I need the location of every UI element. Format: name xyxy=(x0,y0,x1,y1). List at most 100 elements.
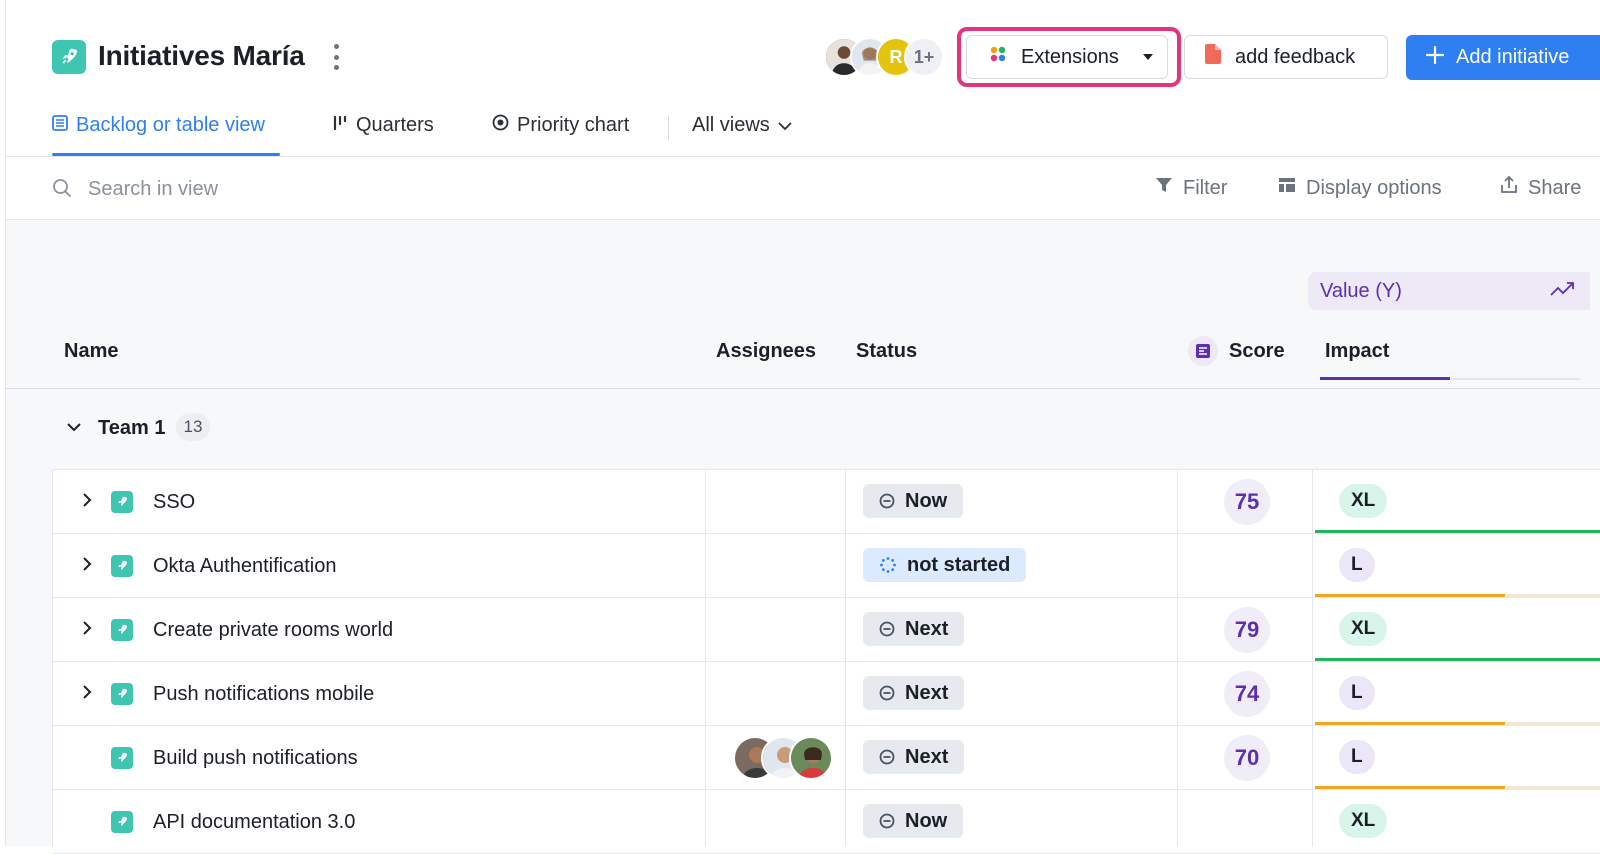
tab-priority-chart[interactable]: Priority chart xyxy=(492,114,629,137)
column-divider xyxy=(1177,469,1178,846)
column-divider xyxy=(845,469,846,846)
table-row[interactable]: SSO Now 75 XL xyxy=(53,470,1600,534)
score-formula-icon[interactable] xyxy=(1188,336,1218,366)
collaborator-avatars[interactable]: R 1+ xyxy=(824,37,944,79)
table-icon xyxy=(52,114,68,137)
score-badge: 74 xyxy=(1224,671,1270,717)
initiative-name[interactable]: Create private rooms world xyxy=(153,619,393,642)
extensions-icon xyxy=(989,45,1007,69)
status-next-icon xyxy=(879,621,895,637)
more-collaborators-badge[interactable]: 1+ xyxy=(904,37,944,77)
status-next-icon xyxy=(879,685,895,701)
column-divider xyxy=(705,469,706,846)
column-header-status[interactable]: Status xyxy=(856,340,917,363)
tab-label: Backlog or table view xyxy=(76,114,265,136)
tab-label: Quarters xyxy=(356,114,434,136)
value-axis-chip[interactable]: Value (Y) xyxy=(1308,272,1590,310)
target-icon xyxy=(492,114,509,137)
table-row[interactable]: Create private rooms world Next 79 XL xyxy=(53,598,1600,662)
status-label: Next xyxy=(905,745,949,768)
impact-badge[interactable]: XL xyxy=(1339,612,1388,646)
column-header-assignees[interactable]: Assignees xyxy=(716,340,816,363)
plus-icon xyxy=(1425,45,1445,70)
value-axis-label: Value (Y) xyxy=(1320,279,1402,302)
table-row[interactable]: Push notifications mobile Next 74 L xyxy=(53,662,1600,726)
group-label[interactable]: Team 1 xyxy=(98,417,165,440)
tab-backlog[interactable]: Backlog or table view xyxy=(52,114,265,137)
impact-badge[interactable]: L xyxy=(1339,740,1375,774)
rocket-icon xyxy=(111,747,133,769)
rocket-icon xyxy=(111,491,133,513)
extensions-button[interactable]: Extensions xyxy=(966,35,1168,79)
layout-icon xyxy=(1278,176,1296,200)
status-label: not started xyxy=(907,553,1011,576)
page-title: Initiatives María xyxy=(98,40,305,71)
impact-badge[interactable]: XL xyxy=(1339,804,1388,838)
impact-bar xyxy=(1315,658,1600,661)
rocket-icon xyxy=(111,619,133,641)
search-input[interactable] xyxy=(86,173,390,205)
column-header-score[interactable]: Score xyxy=(1229,340,1285,363)
initiative-name[interactable]: Push notifications mobile xyxy=(153,683,374,706)
rocket-icon xyxy=(111,811,133,833)
tab-all-views[interactable]: All views xyxy=(692,114,792,137)
status-badge[interactable]: not started xyxy=(863,548,1027,582)
add-initiative-button[interactable]: Add initiative xyxy=(1406,35,1600,80)
chevron-right-icon[interactable] xyxy=(81,492,93,513)
extensions-label: Extensions xyxy=(1021,45,1119,68)
add-feedback-label: add feedback xyxy=(1235,45,1356,68)
status-badge[interactable]: Now xyxy=(863,484,964,518)
impact-badge[interactable]: L xyxy=(1339,676,1375,710)
table-row[interactable]: API documentation 3.0 Now XL xyxy=(53,790,1600,854)
impact-bar xyxy=(1315,594,1505,597)
caret-down-icon xyxy=(1142,54,1153,60)
impact-header-underline xyxy=(1320,377,1450,380)
display-options-label: Display options xyxy=(1306,176,1442,199)
tab-quarters[interactable]: Quarters xyxy=(332,114,434,137)
impact-header-track xyxy=(1450,378,1580,380)
column-header-name[interactable]: Name xyxy=(64,340,118,363)
status-badge[interactable]: Next xyxy=(863,676,965,710)
status-label: Now xyxy=(905,489,948,512)
initiative-name[interactable]: Build push notifications xyxy=(153,747,358,770)
initiative-name[interactable]: SSO xyxy=(153,491,195,514)
status-badge[interactable]: Next xyxy=(863,612,965,646)
impact-badge[interactable]: XL xyxy=(1339,484,1388,518)
column-header-impact[interactable]: Impact xyxy=(1325,340,1389,363)
status-next-icon xyxy=(879,749,895,765)
search-icon xyxy=(52,178,72,203)
chevron-right-icon[interactable] xyxy=(81,684,93,705)
more-options-icon[interactable] xyxy=(330,44,342,70)
chevron-right-icon[interactable] xyxy=(81,620,93,641)
tab-divider xyxy=(668,116,669,140)
impact-bar-track xyxy=(1505,722,1600,725)
status-badge[interactable]: Now xyxy=(863,804,964,838)
chevron-down-icon[interactable] xyxy=(66,420,82,438)
chevron-right-icon[interactable] xyxy=(81,556,93,577)
impact-bar xyxy=(1315,722,1505,725)
tab-label: Priority chart xyxy=(517,114,630,136)
share-icon xyxy=(1500,175,1518,200)
share-button[interactable]: Share xyxy=(1500,175,1581,200)
add-feedback-button[interactable]: add feedback xyxy=(1184,35,1388,79)
table-row[interactable]: Build push notifications Next 70 L xyxy=(53,726,1600,790)
score-badge: 79 xyxy=(1224,607,1270,653)
group-count-badge: 13 xyxy=(176,413,210,441)
filter-icon xyxy=(1155,176,1173,200)
status-not-started-icon xyxy=(880,557,896,573)
quarters-icon xyxy=(332,114,348,137)
initiatives-table: SSO Now 75 XL Okta Authentification not … xyxy=(52,469,1600,854)
filter-button[interactable]: Filter xyxy=(1155,176,1227,200)
status-badge[interactable]: Next xyxy=(863,740,965,774)
initiative-name[interactable]: Okta Authentification xyxy=(153,555,336,578)
impact-badge[interactable]: L xyxy=(1339,548,1375,582)
divider xyxy=(5,388,1600,389)
table-row[interactable]: Okta Authentification not started L xyxy=(53,534,1600,598)
status-now-icon xyxy=(879,813,895,829)
avatar xyxy=(789,736,833,780)
display-options-button[interactable]: Display options xyxy=(1278,176,1442,200)
status-now-icon xyxy=(879,493,895,509)
assignee-avatars[interactable] xyxy=(733,736,843,780)
rocket-icon xyxy=(111,555,133,577)
initiative-name[interactable]: API documentation 3.0 xyxy=(153,811,355,834)
